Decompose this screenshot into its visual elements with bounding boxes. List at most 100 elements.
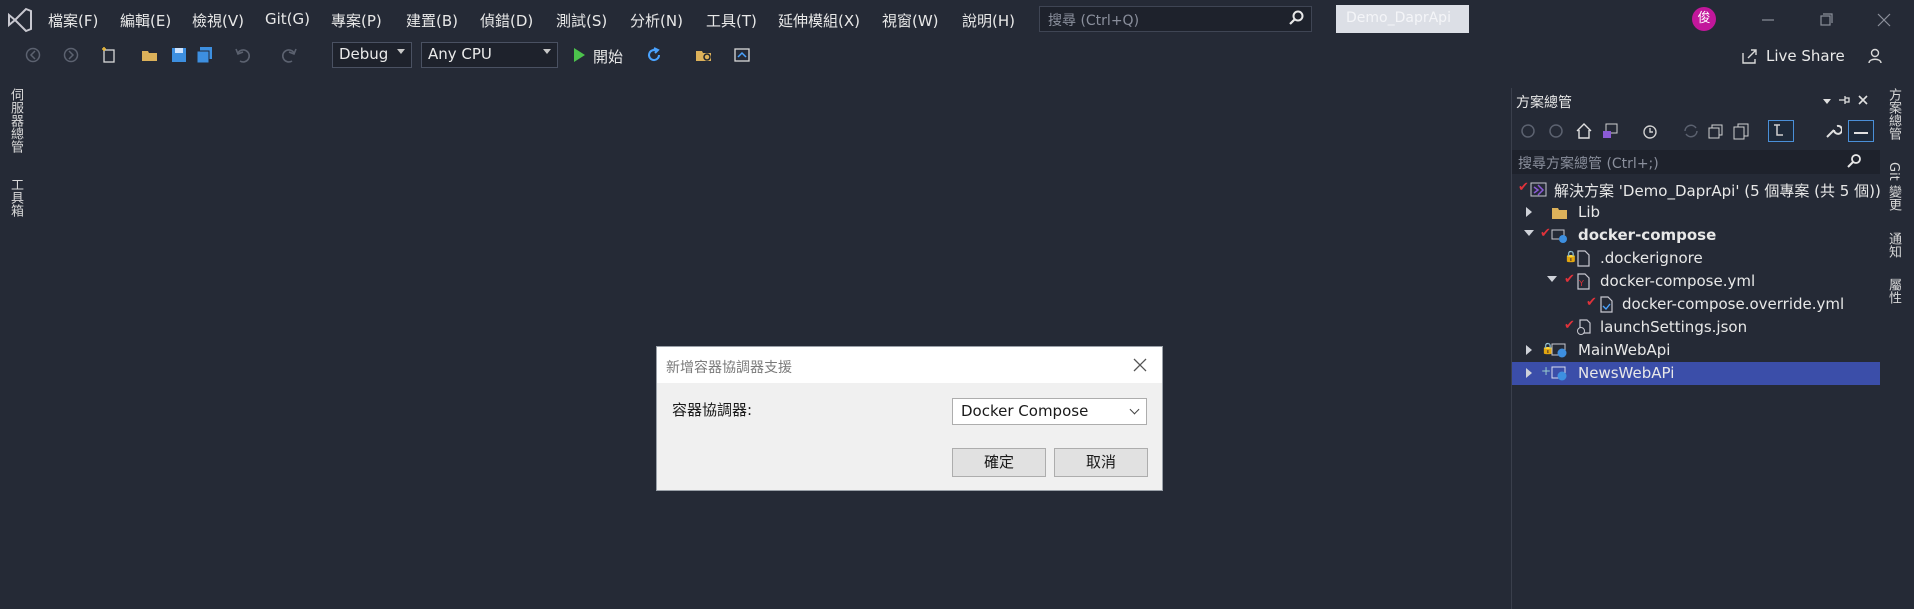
undo-icon[interactable] xyxy=(234,46,252,64)
menu-bar: 檔案(F) 編輯(E) 檢視(V) Git(G) 專案(P) 建置(B) 偵錯(… xyxy=(0,0,1914,40)
docker-project-icon xyxy=(1551,229,1567,243)
tab-git-changes[interactable]: Git 變更 xyxy=(1884,162,1903,211)
restore-icon[interactable] xyxy=(1812,8,1840,32)
start-debugging-button[interactable]: 開始 xyxy=(593,46,623,67)
search-icon xyxy=(1847,154,1861,168)
collapse-arrow-icon[interactable] xyxy=(1547,276,1557,282)
tree-item-mainwebapi[interactable]: 🔒 MainWebApi xyxy=(1512,339,1880,362)
menu-test[interactable]: 測試(S) xyxy=(556,10,607,31)
forward-icon[interactable] xyxy=(1548,123,1564,139)
menu-window[interactable]: 視窗(W) xyxy=(882,10,939,31)
menu-file[interactable]: 檔案(F) xyxy=(48,10,98,31)
checked-in-icon: ✔ xyxy=(1586,295,1597,310)
solution-search-placeholder: 搜尋方案總管 (Ctrl+;) xyxy=(1518,156,1659,172)
new-project-icon[interactable] xyxy=(100,46,118,64)
platform-select[interactable]: Any CPU xyxy=(421,42,558,68)
live-share-icon[interactable] xyxy=(1741,47,1759,65)
web-project-icon xyxy=(1551,366,1567,381)
tree-item-label: Lib xyxy=(1578,203,1601,221)
cancel-button[interactable]: 取消 xyxy=(1054,448,1148,477)
avatar[interactable]: 俊 xyxy=(1692,7,1716,31)
tree-item-launchsettings[interactable]: ✔ launchSettings.json xyxy=(1512,316,1880,339)
navigate-forward-icon[interactable] xyxy=(62,46,80,64)
expand-arrow-icon[interactable] xyxy=(1526,207,1532,217)
tree-item-solution[interactable]: ✔ 解決方案 'Demo_DaprApi' (5 個專案 (共 5 個)) xyxy=(1512,178,1881,201)
start-play-icon[interactable] xyxy=(570,46,588,64)
tree-item-dockerignore[interactable]: 🔒 .dockerignore xyxy=(1512,247,1880,270)
checked-in-icon: ✔ xyxy=(1518,180,1529,195)
pin-icon[interactable] xyxy=(1837,93,1851,107)
show-all-files-icon[interactable] xyxy=(1768,120,1794,142)
close-icon[interactable] xyxy=(1131,356,1149,374)
tab-toolbox[interactable]: 工具箱 xyxy=(6,178,25,217)
solution-name-badge[interactable]: Demo_DaprApi xyxy=(1336,5,1469,33)
expand-arrow-icon[interactable] xyxy=(1526,368,1532,378)
pending-add-icon: + xyxy=(1541,364,1552,378)
menu-project[interactable]: 專案(P) xyxy=(331,10,382,31)
tree-item-docker-compose-override[interactable]: ✔ docker-compose.override.yml xyxy=(1512,293,1880,316)
tree-item-lib[interactable]: Lib xyxy=(1512,201,1880,224)
panel-dropdown-icon[interactable] xyxy=(1821,95,1833,107)
expand-arrow-icon[interactable] xyxy=(1526,345,1532,355)
properties-wrench-icon[interactable] xyxy=(1824,122,1842,140)
open-folder-icon[interactable] xyxy=(141,46,159,64)
tree-item-docker-compose-yml[interactable]: ✔ Y docker-compose.yml xyxy=(1512,270,1880,293)
switch-views-icon[interactable] xyxy=(1601,122,1619,140)
collapse-arrow-icon[interactable] xyxy=(1524,230,1534,236)
menu-build[interactable]: 建置(B) xyxy=(406,10,458,31)
tab-solution-explorer[interactable]: 方案總管 xyxy=(1884,88,1903,140)
ok-button[interactable]: 確定 xyxy=(952,448,1046,477)
solution-search-input[interactable]: 搜尋方案總管 (Ctrl+;) xyxy=(1512,150,1880,174)
configuration-value: Debug xyxy=(339,45,389,63)
menu-git[interactable]: Git(G) xyxy=(265,10,310,28)
copy-icon[interactable] xyxy=(1732,122,1750,140)
menu-edit[interactable]: 編輯(E) xyxy=(120,10,171,31)
file-icon xyxy=(1577,250,1590,267)
back-icon[interactable] xyxy=(1520,123,1536,139)
save-all-icon[interactable] xyxy=(196,46,214,64)
sync-icon[interactable] xyxy=(1682,122,1700,140)
menu-analyze[interactable]: 分析(N) xyxy=(630,10,683,31)
browse-folder-icon[interactable] xyxy=(695,46,713,64)
browser-home-icon[interactable] xyxy=(733,46,751,64)
save-icon[interactable] xyxy=(170,46,188,64)
menu-extensions[interactable]: 延伸模組(X) xyxy=(778,10,860,31)
tree-item-label: NewsWebAPi xyxy=(1578,364,1675,382)
hot-reload-icon[interactable] xyxy=(645,46,663,64)
tab-notifications[interactable]: 通知 xyxy=(1884,232,1903,258)
minimize-icon[interactable] xyxy=(1754,8,1782,32)
tree-item-label: docker-compose.yml xyxy=(1600,272,1756,290)
dialog-title-bar: 新增容器協調器支援 xyxy=(657,347,1162,383)
tree-item-label: 解決方案 'Demo_DaprApi' (5 個專案 (共 5 個)) xyxy=(1554,182,1881,200)
yml-file-icon xyxy=(1600,296,1613,313)
navigate-back-icon[interactable] xyxy=(24,46,42,64)
chevron-down-icon xyxy=(1129,404,1140,415)
menu-debug[interactable]: 偵錯(D) xyxy=(480,10,533,31)
chevron-down-icon xyxy=(543,49,551,54)
feedback-icon[interactable] xyxy=(1866,47,1884,65)
tab-properties[interactable]: 屬性 xyxy=(1884,278,1903,304)
orchestrator-selected-value: Docker Compose xyxy=(961,402,1089,420)
orchestrator-select[interactable]: Docker Compose xyxy=(952,398,1147,425)
chevron-down-icon xyxy=(397,49,405,54)
preview-selected-items-icon[interactable] xyxy=(1848,120,1874,142)
svg-text:Y: Y xyxy=(1578,279,1584,288)
menu-help[interactable]: 說明(H) xyxy=(962,10,1015,31)
close-window-icon[interactable] xyxy=(1870,8,1898,32)
collapse-all-icon[interactable] xyxy=(1707,122,1725,140)
menu-view[interactable]: 檢視(V) xyxy=(192,10,244,31)
close-panel-icon[interactable] xyxy=(1856,93,1870,107)
pending-changes-filter-icon[interactable] xyxy=(1641,122,1659,140)
tab-server-explorer[interactable]: 伺服器總管 xyxy=(6,88,25,153)
menu-tools[interactable]: 工具(T) xyxy=(706,10,757,31)
redo-icon[interactable] xyxy=(280,46,298,64)
checked-in-icon: ✔ xyxy=(1564,272,1575,287)
search-placeholder: 搜尋 (Ctrl+Q) xyxy=(1048,13,1140,29)
search-input[interactable]: 搜尋 (Ctrl+Q) xyxy=(1039,6,1312,32)
tree-item-docker-compose[interactable]: ✔ docker-compose xyxy=(1512,224,1880,247)
visual-studio-logo-icon[interactable] xyxy=(6,6,34,34)
home-icon[interactable] xyxy=(1575,122,1593,140)
live-share-button[interactable]: Live Share xyxy=(1766,47,1845,65)
configuration-select[interactable]: Debug xyxy=(332,42,412,68)
tree-item-newswebapi[interactable]: + NewsWebAPi xyxy=(1512,362,1880,385)
